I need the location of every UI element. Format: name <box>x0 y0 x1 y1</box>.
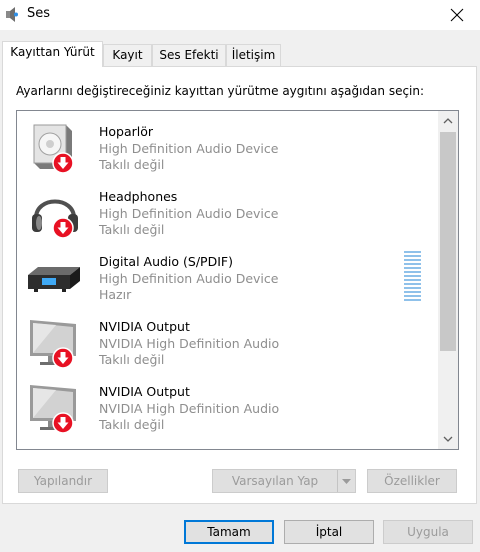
device-description: High Definition Audio Device <box>99 206 279 221</box>
button-label: Tamam <box>207 525 251 539</box>
vertical-scrollbar[interactable] <box>438 111 458 449</box>
set-default-button[interactable]: Varsayılan Yap <box>212 469 356 493</box>
unplugged-badge-icon <box>52 217 74 239</box>
device-name: Headphones <box>99 189 178 204</box>
tab-strip: Kayıttan Yürüt Kayıt Ses Efekti İletişim <box>0 41 480 67</box>
device-status: Takılı değil <box>99 417 165 432</box>
device-description: High Definition Audio Device <box>99 141 279 156</box>
device-icon <box>26 119 86 175</box>
apply-button[interactable]: Uygula <box>383 520 473 544</box>
device-description: High Definition Audio Device <box>99 271 279 286</box>
device-icon <box>26 314 86 370</box>
scroll-thumb[interactable] <box>440 132 456 351</box>
device-item[interactable]: NVIDIA Output NVIDIA High Definition Aud… <box>17 373 435 438</box>
button-label: Yapılandır <box>33 474 93 488</box>
device-name: Digital Audio (S/PDIF) <box>99 254 233 269</box>
level-meter <box>404 251 421 301</box>
tab-label: Kayıt <box>112 48 143 62</box>
tab-label: Kayıttan Yürüt <box>10 45 95 59</box>
chevron-up-icon <box>443 118 453 124</box>
device-name: NVIDIA Output <box>99 319 190 334</box>
device-icon <box>26 249 86 305</box>
button-label: İptal <box>315 525 343 539</box>
unplugged-badge-icon <box>52 347 74 369</box>
window-title: Ses <box>27 6 51 21</box>
device-description: NVIDIA High Definition Audio <box>99 401 280 416</box>
chevron-down-icon <box>443 436 453 442</box>
digital-receiver-icon <box>28 267 80 292</box>
device-icon <box>26 379 86 435</box>
tab-sounds[interactable]: Ses Efekti <box>152 44 226 66</box>
instruction-text: Ayarlarını değiştireceğiniz kayıttan yür… <box>16 84 425 98</box>
device-item[interactable]: Hoparlör High Definition Audio Device Ta… <box>17 113 435 178</box>
device-status: Hazır <box>99 287 132 302</box>
device-name: Hoparlör <box>99 124 154 139</box>
device-name: NVIDIA Output <box>99 384 190 399</box>
device-list[interactable]: Hoparlör High Definition Audio Device Ta… <box>16 110 459 450</box>
device-icon <box>26 184 86 240</box>
chevron-down-icon <box>342 478 351 484</box>
button-label: Varsayılan Yap <box>231 474 319 488</box>
speaker-icon <box>6 7 18 22</box>
tab-communications[interactable]: İletişim <box>226 44 281 66</box>
tab-label: İletişim <box>231 48 276 62</box>
button-label: Uygula <box>407 525 449 539</box>
device-item[interactable]: NVIDIA Output NVIDIA High Definition Aud… <box>17 308 435 373</box>
close-icon <box>450 8 464 22</box>
ok-button[interactable]: Tamam <box>184 520 274 544</box>
close-button[interactable] <box>434 0 480 30</box>
cancel-button[interactable]: İptal <box>284 520 374 544</box>
device-status: Takılı değil <box>99 352 165 367</box>
button-label: Özellikler <box>384 474 440 488</box>
scroll-up-button[interactable] <box>438 111 458 131</box>
device-status: Takılı değil <box>99 157 165 172</box>
set-default-dropdown[interactable] <box>337 470 355 492</box>
device-description: NVIDIA High Definition Audio <box>99 336 280 351</box>
sound-dialog: Ses Kayıttan Yürüt Kayıt Ses Efekti İlet… <box>0 0 480 552</box>
configure-button[interactable]: Yapılandır <box>18 469 108 493</box>
tab-label: Ses Efekti <box>159 48 219 62</box>
device-item[interactable]: Digital Audio (S/PDIF) High Definition A… <box>17 243 435 308</box>
unplugged-badge-icon <box>52 412 74 434</box>
device-item[interactable]: Headphones High Definition Audio Device … <box>17 178 435 243</box>
scroll-down-button[interactable] <box>438 429 458 449</box>
unplugged-badge-icon <box>52 152 74 174</box>
tab-recording[interactable]: Kayıt <box>103 44 152 66</box>
device-status: Takılı değil <box>99 222 165 237</box>
properties-button[interactable]: Özellikler <box>367 469 457 493</box>
title-bar: Ses <box>0 0 480 30</box>
tab-playback[interactable]: Kayıttan Yürüt <box>2 41 103 67</box>
